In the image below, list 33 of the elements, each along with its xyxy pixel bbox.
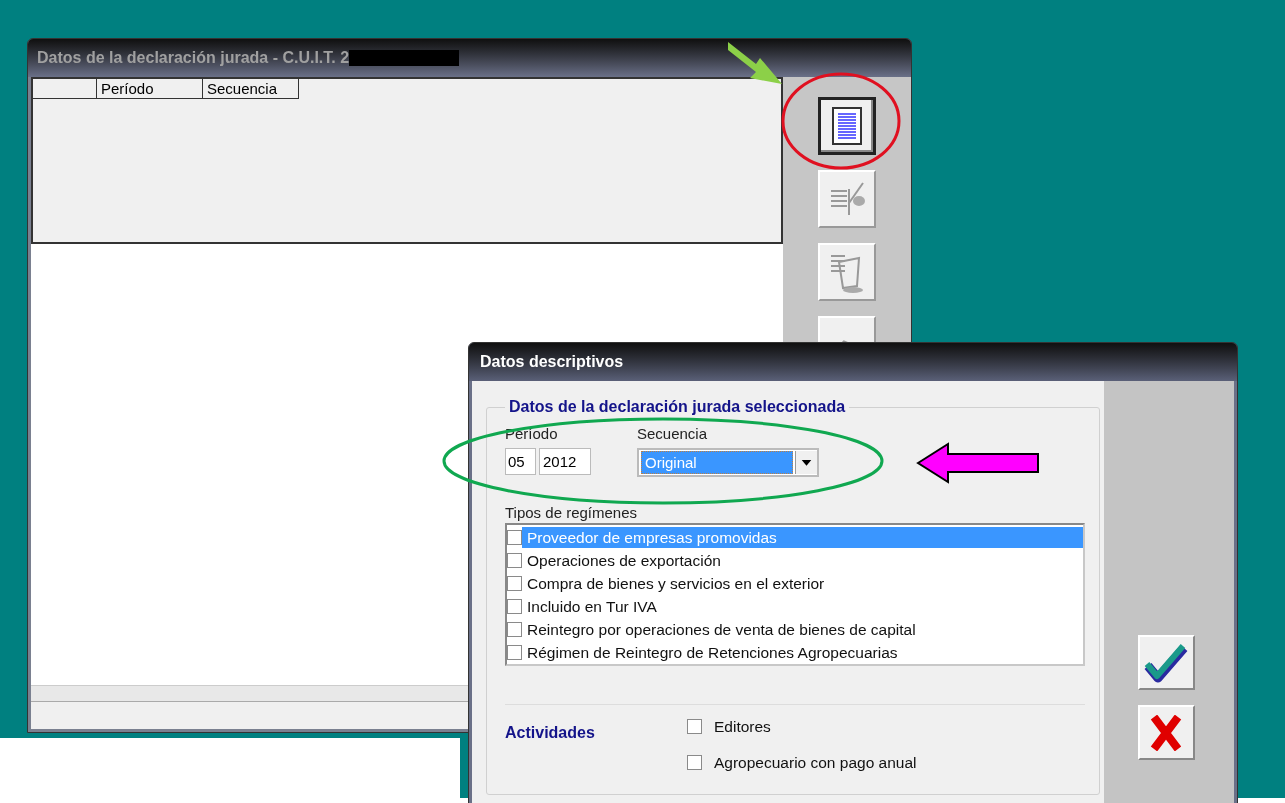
regime-item[interactable]: Operaciones de exportación [522,549,1083,571]
checkbox-label: Agropecuario con pago anual [714,752,917,773]
regime-item[interactable]: Incluido en Tur IVA [522,595,1083,617]
close-icon [1150,714,1182,751]
checkmark-icon [1144,641,1188,684]
checkbox[interactable] [507,575,522,591]
regime-item[interactable]: Reintegro por operaciones de venta de bienes de capital [522,618,1083,640]
checkbox-label: Editores [714,716,771,737]
checkbox[interactable] [687,718,702,734]
field-label: Período [505,424,559,444]
section-label: Tipos de regímenes [505,504,637,521]
dialog-title: Datos descriptivos [480,352,624,372]
regime-item[interactable]: Compra de bienes y servicios en el exterior [522,572,1083,594]
month-field[interactable]: 05 [505,447,536,475]
checkbox[interactable] [687,754,702,770]
section-label: Actividades [505,722,596,743]
column-header[interactable]: Período [97,79,203,99]
cancel-button[interactable] [1137,705,1195,760]
checkbox[interactable] [507,621,522,637]
window-title: Datos de la declaración jurada - C.U.I.T. 2 [37,48,350,68]
checkbox[interactable] [507,529,522,545]
field-label: Secuencia [637,424,709,444]
checkbox[interactable] [507,552,522,568]
checkbox[interactable] [507,598,522,614]
column-header[interactable]: Secuencia [203,79,299,99]
year-field[interactable]: 2012 [539,447,591,475]
toolbar-button[interactable] [818,97,876,155]
checkbox[interactable] [507,644,522,660]
group-title: Datos de la declaración jurada seleccionada [508,397,847,417]
document-icon [832,107,862,145]
accept-button[interactable] [1137,635,1195,690]
pointer-arrow-icon [916,442,1042,484]
regime-item[interactable]: Régimen de Reintegro de Retenciones Agropecuarias [522,641,1083,663]
